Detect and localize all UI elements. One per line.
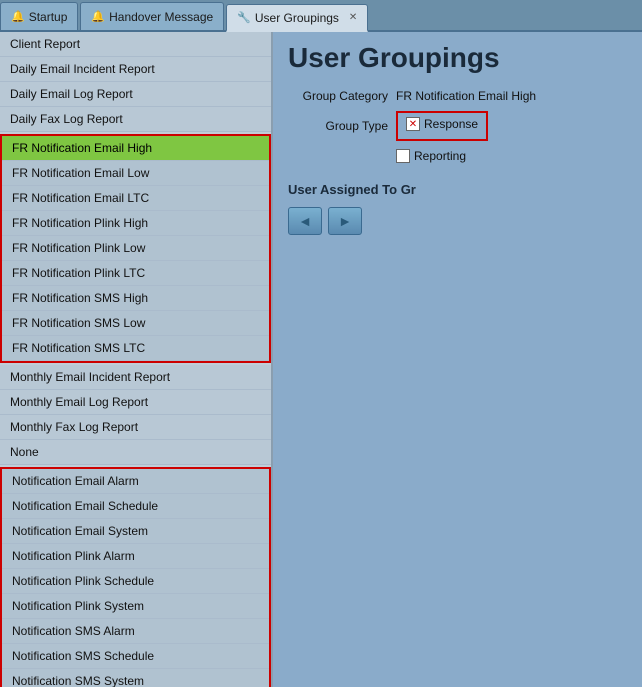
reporting-label: Reporting	[414, 149, 466, 163]
list-item[interactable]: FR Notification Plink High	[2, 211, 269, 236]
fr-notification-group: FR Notification Email High FR Notificati…	[0, 134, 271, 363]
nav-forward-button[interactable]: ►	[328, 207, 362, 235]
form-section: Group Category FR Notification Email Hig…	[288, 89, 627, 167]
nav-buttons: ◄ ►	[288, 207, 627, 235]
list-item[interactable]: Monthly Fax Log Report	[0, 415, 271, 440]
list-item[interactable]: Notification Email System	[2, 519, 269, 544]
left-panel: Client Report Daily Email Incident Repor…	[0, 32, 273, 687]
startup-icon: 🔔	[11, 10, 25, 23]
group-type-box: ✕ Response	[396, 111, 488, 141]
list-item[interactable]: Daily Email Log Report	[0, 82, 271, 107]
list-item[interactable]: FR Notification SMS Low	[2, 311, 269, 336]
response-label: Response	[424, 117, 478, 131]
reporting-checkbox[interactable]	[396, 149, 410, 163]
tab-handover[interactable]: 🔔 Handover Message	[80, 2, 224, 30]
handover-icon: 🔔	[91, 10, 105, 23]
right-panel: User Groupings Group Category FR Notific…	[273, 32, 642, 687]
list-item[interactable]: Notification Email Alarm	[2, 469, 269, 494]
list-item[interactable]: FR Notification SMS LTC	[2, 336, 269, 361]
group-category-row: Group Category FR Notification Email Hig…	[288, 89, 627, 103]
list-item[interactable]: FR Notification Email High	[2, 136, 269, 161]
list-item[interactable]: Notification Plink Alarm	[2, 544, 269, 569]
tab-bar: 🔔 Startup 🔔 Handover Message 🔧 User Grou…	[0, 0, 642, 32]
group-type-label: Group Type	[288, 119, 388, 133]
page-title: User Groupings	[288, 42, 627, 74]
tab-startup-label: Startup	[29, 10, 68, 24]
user-assigned-section: User Assigned To Gr ◄ ►	[288, 182, 627, 235]
forward-arrow-icon: ►	[338, 213, 352, 229]
group-category-value: FR Notification Email High	[396, 89, 536, 103]
list-item[interactable]: Notification Plink System	[2, 594, 269, 619]
tab-startup[interactable]: 🔔 Startup	[0, 2, 78, 30]
list-item[interactable]: FR Notification Plink LTC	[2, 261, 269, 286]
reporting-checkbox-item[interactable]: Reporting	[396, 149, 466, 163]
tab-user-groupings-label: User Groupings	[255, 11, 339, 25]
list-item[interactable]: Notification SMS Alarm	[2, 619, 269, 644]
reporting-row: Reporting	[396, 149, 627, 167]
nav-back-button[interactable]: ◄	[288, 207, 322, 235]
list-item[interactable]: FR Notification Plink Low	[2, 236, 269, 261]
list-item[interactable]: Monthly Email Incident Report	[0, 365, 271, 390]
notification-group: Notification Email Alarm Notification Em…	[0, 467, 271, 687]
list-item[interactable]: Notification Plink Schedule	[2, 569, 269, 594]
list-item[interactable]: FR Notification Email LTC	[2, 186, 269, 211]
list-item[interactable]: Client Report	[0, 32, 271, 57]
list-item[interactable]: Notification SMS Schedule	[2, 644, 269, 669]
back-arrow-icon: ◄	[298, 213, 312, 229]
list-item[interactable]: Notification Email Schedule	[2, 494, 269, 519]
user-assigned-title: User Assigned To Gr	[288, 182, 627, 197]
tab-handover-label: Handover Message	[109, 10, 213, 24]
response-checkbox[interactable]: ✕	[406, 117, 420, 131]
user-groupings-icon: 🔧	[237, 11, 251, 24]
list-item[interactable]: Daily Email Incident Report	[0, 57, 271, 82]
list-item[interactable]: FR Notification Email Low	[2, 161, 269, 186]
list-item[interactable]: Monthly Email Log Report	[0, 390, 271, 415]
list-item[interactable]: Notification SMS System	[2, 669, 269, 687]
list-item[interactable]: Daily Fax Log Report	[0, 107, 271, 132]
main-content: Client Report Daily Email Incident Repor…	[0, 32, 642, 687]
tab-close-button[interactable]: ✕	[349, 12, 357, 23]
response-checkbox-item[interactable]: ✕ Response	[406, 117, 478, 131]
group-category-label: Group Category	[288, 89, 388, 103]
list-item[interactable]: None	[0, 440, 271, 465]
tab-user-groupings[interactable]: 🔧 User Groupings ✕	[226, 4, 368, 32]
list-item[interactable]: FR Notification SMS High	[2, 286, 269, 311]
group-type-row: Group Type ✕ Response	[288, 111, 627, 141]
